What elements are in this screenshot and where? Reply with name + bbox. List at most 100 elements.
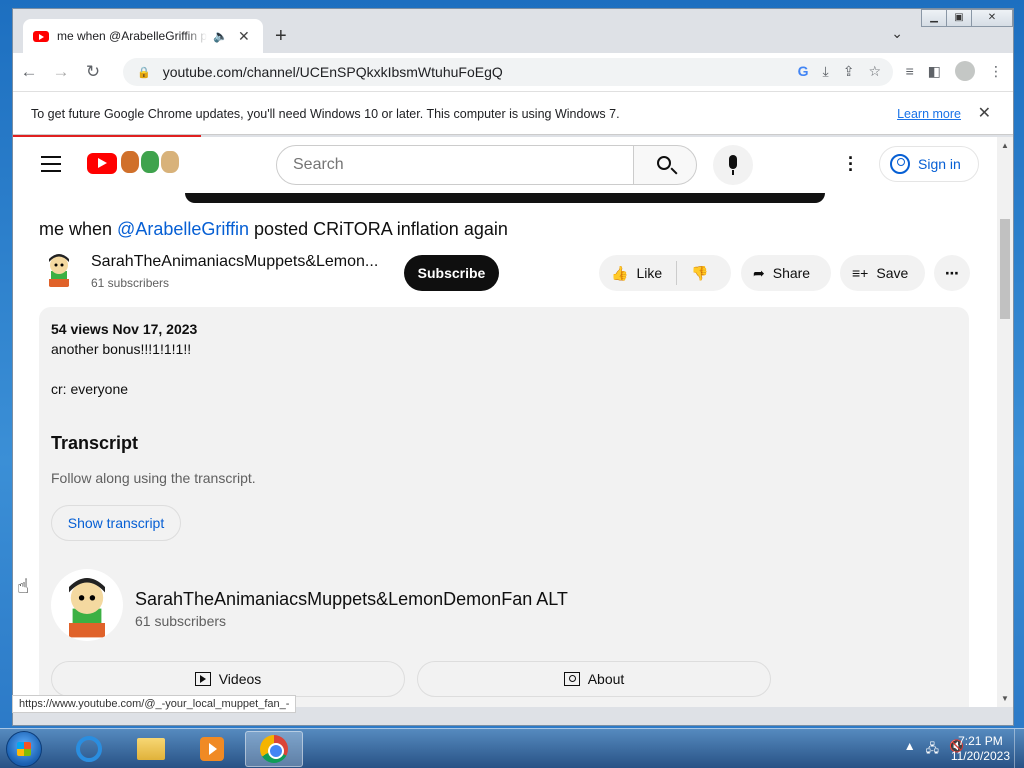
share-button[interactable]: ➦ Share [741, 255, 831, 291]
youtube-logo-icon[interactable] [87, 153, 117, 174]
share-arrow-icon: ➦ [753, 264, 765, 281]
subscriber-count: 61 subscribers [91, 276, 170, 290]
description-line-1: another bonus!!!1!1!1!! [51, 341, 192, 357]
video-play-icon [194, 672, 211, 686]
active-tab[interactable]: me when @ArabelleGriffin p 🔈 ✕ [23, 19, 263, 53]
title-mention-link[interactable]: @ArabelleGriffin [117, 219, 249, 239]
video-title: me when @ArabelleGriffin posted CRiTORA … [39, 219, 508, 240]
mic-icon[interactable] [713, 145, 753, 185]
start-button[interactable] [6, 731, 42, 767]
search-icon [657, 156, 671, 170]
reload-button[interactable]: ↻ [77, 62, 109, 82]
save-button[interactable]: ≡+ Save [840, 255, 925, 291]
about-button[interactable]: About [417, 661, 771, 697]
scroll-thumb[interactable] [1000, 219, 1010, 319]
minimize-button[interactable]: ▁ [921, 9, 947, 27]
close-infobar-icon[interactable]: ✕ [978, 103, 991, 123]
more-actions-button[interactable]: ⋯ [934, 255, 970, 291]
status-bubble-url: https://www.youtube.com/@_-your_local_mu… [12, 695, 297, 713]
title-suffix: posted CRiTORA inflation again [249, 219, 508, 239]
thumbs-up-icon: 👍 [611, 264, 629, 281]
like-label: Like [636, 265, 663, 281]
menu-kebab-icon[interactable]: ⋮ [989, 63, 1003, 80]
doodle-icon[interactable] [121, 151, 179, 173]
page-scrollbar[interactable]: ▲ ▼ [997, 137, 1013, 707]
videos-label: Videos [218, 671, 262, 687]
show-transcript-button[interactable]: Show transcript [51, 505, 181, 541]
show-desktop-button[interactable] [1014, 729, 1024, 768]
scroll-down-icon[interactable]: ▼ [1001, 694, 1009, 703]
channel-name-link[interactable]: SarahTheAnimaniacsMuppets&Lemon... [91, 253, 381, 271]
update-infobar: To get future Google Chrome updates, you… [13, 91, 1013, 135]
tab-strip: me when @ArabelleGriffin p 🔈 ✕ + ⌄ ▁ ▣ ✕ [13, 9, 1013, 53]
window-controls: ▁ ▣ ✕ [921, 9, 1013, 27]
taskbar-chrome[interactable] [245, 731, 303, 767]
person-icon [563, 672, 580, 686]
chevron-down-icon[interactable]: ⌄ [891, 25, 903, 42]
bookmark-star-icon[interactable]: ☆ [868, 63, 881, 80]
taskbar-internet-explorer[interactable] [60, 731, 118, 767]
toolbar-right: ≡ ◧ ⋮ [906, 61, 1003, 81]
close-window-button[interactable]: ✕ [971, 9, 1013, 27]
search-input[interactable]: Search [276, 145, 634, 185]
url-text: youtube.com/channel/UCEnSPQkxkIbsmWtuhuF… [162, 64, 503, 80]
folder-icon [137, 738, 165, 760]
profile-avatar-icon[interactable] [955, 61, 975, 81]
lock-icon[interactable]: 🔒 [137, 66, 151, 79]
chrome-window: me when @ArabelleGriffin p 🔈 ✕ + ⌄ ▁ ▣ ✕… [12, 8, 1014, 726]
search-button[interactable] [633, 145, 697, 185]
omnibox-icons: G ⤓ ⇪ ☆ [798, 63, 881, 80]
dislike-button[interactable]: 👎 [677, 265, 722, 282]
view-date-meta: 54 views Nov 17, 2023 [51, 321, 198, 337]
youtube-favicon-icon [33, 30, 49, 42]
description-box[interactable]: 54 views Nov 17, 2023 another bonus!!!1!… [39, 307, 969, 707]
account-icon [890, 154, 910, 174]
playlist-add-icon: ≡+ [852, 265, 869, 281]
taskbar-clock[interactable]: 7:21 PM 11/20/2023 [951, 734, 1010, 764]
side-panel-icon[interactable]: ◧ [928, 63, 941, 80]
close-tab-icon[interactable]: ✕ [238, 28, 250, 45]
media-player-icon [200, 737, 224, 761]
like-button[interactable]: 👍 Like [599, 261, 678, 285]
internet-explorer-icon [76, 736, 102, 762]
share-page-icon[interactable]: ⇪ [843, 63, 855, 80]
save-label: Save [876, 265, 909, 281]
youtube-page: Search · · · Sign in me when @ArabelleGrif… [13, 137, 999, 707]
sign-in-button[interactable]: Sign in [879, 146, 979, 182]
scroll-up-icon[interactable]: ▲ [1001, 141, 1009, 150]
clock-time: 7:21 PM [958, 734, 1003, 748]
like-dislike-group: 👍 Like 👎 [599, 255, 731, 291]
address-bar[interactable]: 🔒 youtube.com/channel/UCEnSPQkxkIbsmWtuh… [123, 58, 893, 86]
channel-card-avatar[interactable] [51, 569, 123, 641]
thumbs-down-icon: 👎 [691, 264, 709, 281]
forward-button[interactable]: → [45, 62, 77, 82]
hand-cursor-icon: ☝ [17, 576, 30, 598]
back-button[interactable]: ← [13, 62, 45, 82]
install-icon[interactable]: ⤓ [823, 63, 829, 80]
transcript-heading: Transcript [51, 433, 139, 453]
new-tab-button[interactable]: + [275, 25, 287, 48]
learn-more-link[interactable]: Learn more [897, 107, 961, 121]
channel-avatar[interactable] [39, 249, 79, 289]
settings-kebab-icon[interactable]: · · · [848, 149, 854, 179]
taskbar-explorer[interactable] [122, 731, 180, 767]
video-player[interactable] [185, 193, 825, 203]
maximize-button[interactable]: ▣ [946, 9, 972, 27]
network-icon[interactable]: 🖧 [926, 739, 939, 760]
subscribe-button[interactable]: Subscribe [404, 255, 499, 291]
channel-card-subs: 61 subscribers [135, 613, 227, 629]
masthead: Search · · · Sign in [13, 137, 999, 193]
clock-date: 11/20/2023 [950, 749, 1010, 763]
windows-taskbar: ▲ 🖧 🔇 7:21 PM 11/20/2023 [0, 728, 1024, 768]
google-lens-icon[interactable]: G [798, 63, 809, 80]
media-queue-icon[interactable]: ≡ [906, 63, 914, 79]
hamburger-menu-icon[interactable] [41, 156, 61, 177]
taskbar-media-player[interactable] [183, 731, 241, 767]
tray-expand-icon[interactable]: ▲ [904, 739, 916, 760]
speaker-icon[interactable]: 🔈 [213, 29, 228, 43]
title-prefix: me when [39, 219, 118, 239]
channel-card-name[interactable]: SarahTheAnimaniacsMuppets&LemonDemonFan … [135, 589, 568, 610]
videos-button[interactable]: Videos [51, 661, 405, 697]
infobar-message: To get future Google Chrome updates, you… [31, 107, 620, 121]
browser-toolbar: ← → ↻ 🔒 youtube.com/channel/UCEnSPQkxkIb… [13, 53, 1013, 91]
